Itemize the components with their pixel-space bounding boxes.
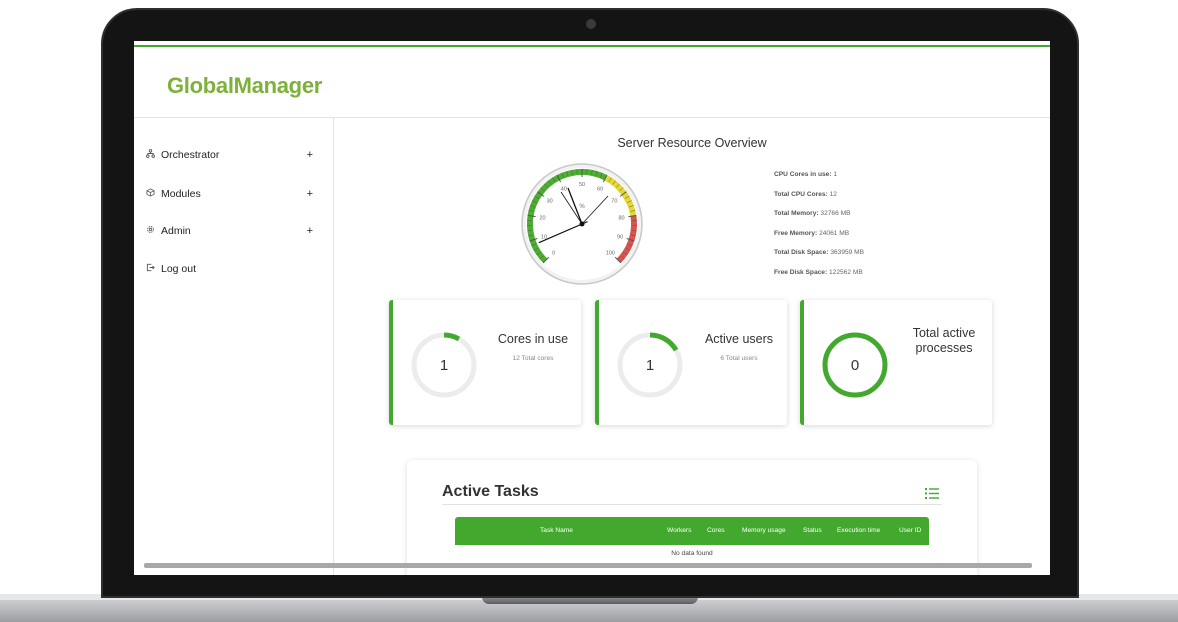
- gauge-unit-label: %: [579, 204, 585, 210]
- sidebar-item-orchestrator[interactable]: Orchestrator +: [146, 146, 326, 164]
- column-header-status[interactable]: Status: [803, 527, 822, 534]
- expand-icon[interactable]: +: [307, 225, 313, 237]
- gauge-tick-label: 30: [547, 198, 553, 204]
- divider: [442, 504, 942, 505]
- column-header-cores[interactable]: Cores: [707, 527, 725, 534]
- card-subtext: 6 Total users: [720, 355, 758, 362]
- gauge-tick-label: 0: [552, 250, 555, 256]
- cpu-gauge: 0102030405060708090100%: [521, 163, 643, 285]
- active-tasks-panel: Active Tasks Task Name Workers Cores Mem…: [407, 460, 977, 575]
- svg-text:1: 1: [440, 357, 448, 374]
- active-tasks-title: Active Tasks: [442, 483, 539, 500]
- app-header: GlobalManager: [134, 47, 1050, 118]
- stat-total-cpu-cores: Total CPU Cores: 12: [774, 190, 837, 198]
- sidebar-item-label: Log out: [161, 263, 197, 275]
- app-logo[interactable]: GlobalManager: [167, 73, 322, 99]
- processes-progress-ring: 0: [822, 332, 888, 398]
- gauge-tick-label: 90: [617, 234, 623, 240]
- sidebar-item-label: Admin: [161, 225, 191, 237]
- stat-cpu-cores-in-use: CPU Cores in use: 1: [774, 171, 838, 178]
- stat-free-disk-space: Free Disk Space: 122562 MB: [774, 268, 863, 276]
- card-active-users: 1 Active users 6 Total users: [595, 300, 787, 425]
- stat-free-memory: Free Memory: 24061 MB: [774, 229, 850, 237]
- column-header-memory-usage[interactable]: Memory usage: [742, 527, 786, 534]
- sidebar-item-admin[interactable]: Admin +: [146, 222, 326, 240]
- users-progress-ring: 1: [617, 332, 683, 398]
- column-header-execution-time[interactable]: Execution time: [837, 527, 880, 534]
- sidebar-item-label: Orchestrator: [161, 149, 220, 161]
- expand-icon[interactable]: +: [307, 188, 313, 200]
- logout-icon: [146, 263, 158, 275]
- gauge-tick-label: 20: [539, 216, 545, 222]
- card-total-active-processes: 0 Total active processes: [800, 300, 992, 425]
- column-header-task-name[interactable]: Task Name: [540, 527, 573, 534]
- svg-text:0: 0: [851, 357, 859, 374]
- column-header-user-id[interactable]: User ID: [899, 527, 921, 534]
- gauge-hub: [579, 221, 585, 227]
- gauge-tick-label: 100: [606, 250, 615, 256]
- gauge-tick-label: 60: [597, 186, 603, 192]
- card-subtext: 12 Total cores: [512, 355, 554, 362]
- column-header-workers[interactable]: Workers: [667, 527, 691, 534]
- tasks-table-header: Task Name Workers Cores Memory usage Sta…: [455, 517, 929, 545]
- expand-icon[interactable]: +: [307, 149, 313, 161]
- cube-icon: [146, 188, 158, 200]
- overview-title: Server Resource Overview: [617, 136, 767, 150]
- cores-progress-ring: 1: [411, 332, 477, 398]
- sitemap-icon: [146, 149, 158, 161]
- stat-total-disk-space: Total Disk Space: 363959 MB: [774, 249, 865, 256]
- app-screen: GlobalManager Orchestrator + Modules + A…: [134, 41, 1050, 575]
- gauge-tick-label: 50: [579, 182, 585, 188]
- main-content: Server Resource Overview 0 10 20 30 40 50 60 70…: [334, 118, 1050, 575]
- empty-table-message: No data found: [671, 550, 713, 557]
- card-label: Cores in use: [497, 332, 569, 346]
- gauge-tick-label: 70: [611, 198, 617, 204]
- sidebar: Orchestrator + Modules + Admin + Log out: [134, 118, 334, 575]
- gauge-tick-label: 40: [561, 186, 567, 192]
- gear-icon: [146, 225, 158, 237]
- card-label: Total active processes: [912, 326, 976, 355]
- stat-total-memory: Total Memory: 32766 MB: [774, 210, 851, 217]
- sidebar-item-label: Modules: [161, 188, 201, 200]
- webcam-icon: [586, 19, 596, 29]
- sidebar-item-logout[interactable]: Log out: [146, 260, 326, 278]
- sidebar-item-modules[interactable]: Modules +: [146, 185, 326, 203]
- horizontal-scrollbar[interactable]: [144, 563, 1032, 568]
- list-icon[interactable]: [925, 486, 939, 504]
- card-label: Active users: [704, 332, 774, 346]
- card-cores-in-use: 1 Cores in use 12 Total cores: [389, 300, 581, 425]
- laptop-hinge-notch: [482, 597, 698, 604]
- gauge-tick-label: 80: [618, 216, 624, 222]
- server-stats: CPU Cores in use: 1 Total CPU Cores: 12 …: [774, 171, 864, 288]
- svg-text:1: 1: [646, 357, 654, 374]
